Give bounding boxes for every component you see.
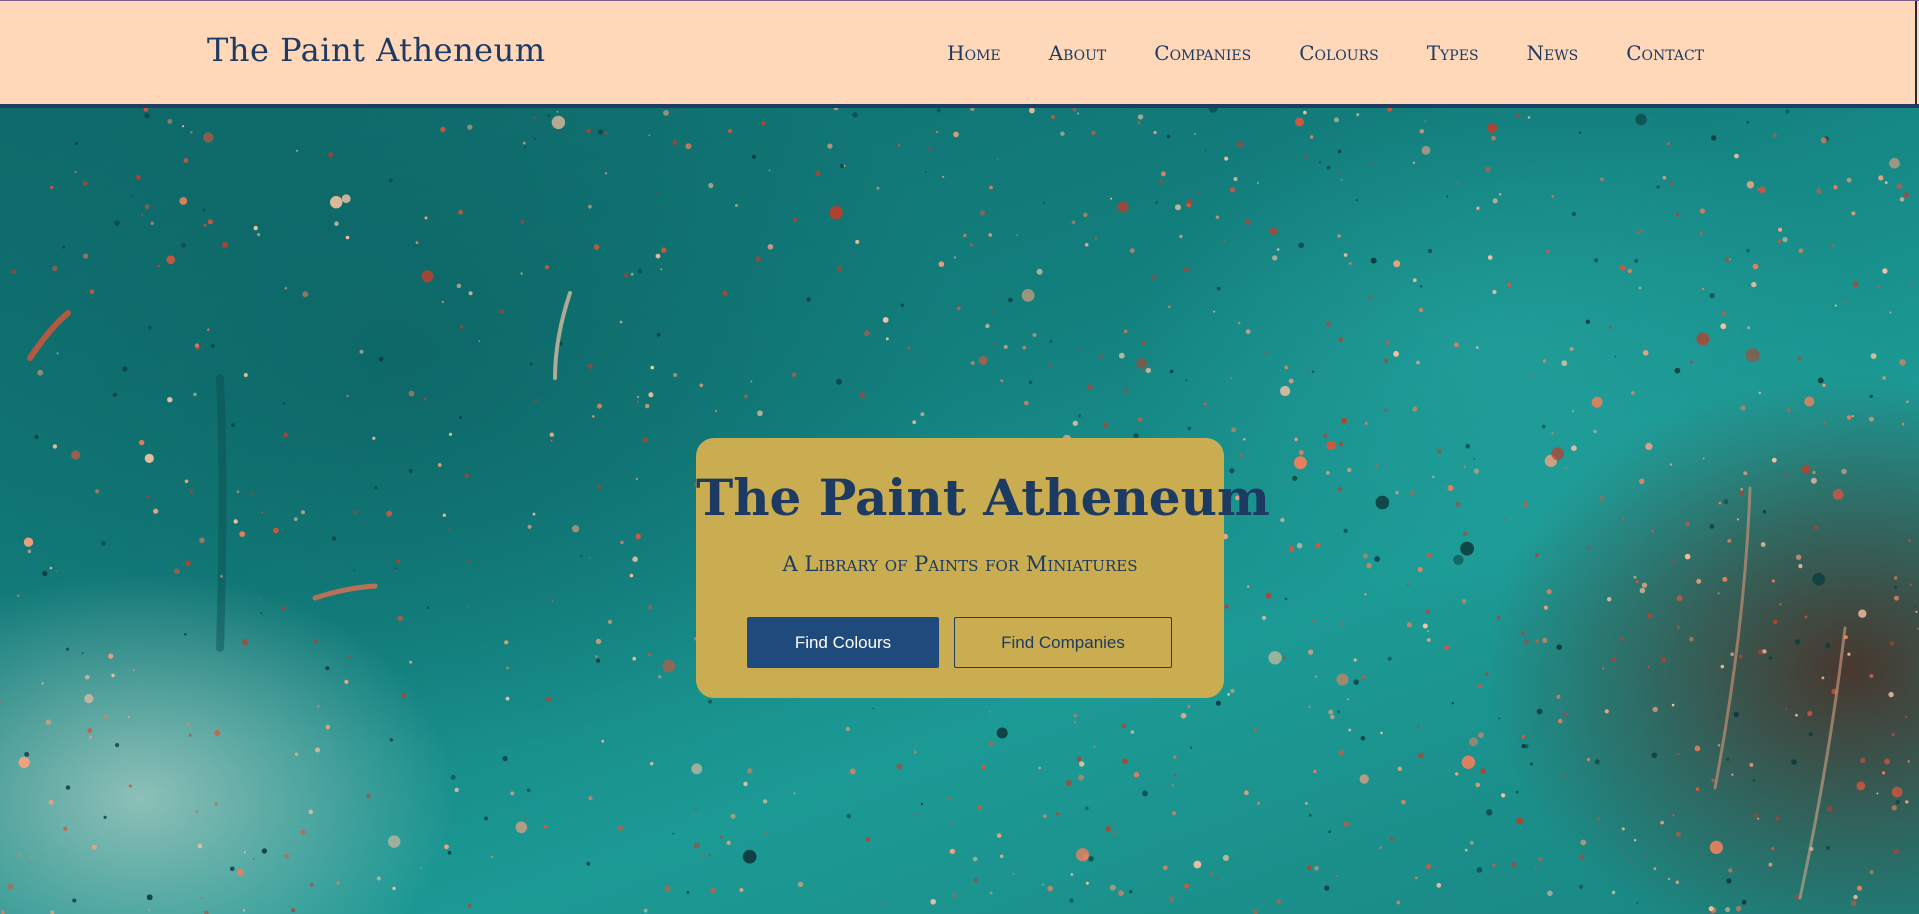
hero-title: The Paint Atheneum [696,468,1270,527]
hero-card: The Paint Atheneum A Library of Paints f… [696,438,1270,698]
nav-contact[interactable]: Contact [1626,41,1704,65]
find-colours-button[interactable]: Find Colours [747,617,939,668]
nav-news[interactable]: News [1527,41,1579,65]
scrollbar-edge [1915,1,1917,105]
nav-about[interactable]: About [1049,41,1107,65]
nav-colours[interactable]: Colours [1299,41,1379,65]
nav-home[interactable]: Home [947,41,1000,65]
hero-section: The Paint Atheneum A Library of Paints f… [0,108,1919,914]
nav-companies[interactable]: Companies [1154,41,1251,65]
site-header: The Paint Atheneum Home About Companies … [0,0,1919,108]
find-companies-button[interactable]: Find Companies [954,617,1172,668]
hero-subtitle: A Library of Paints for Miniatures [782,552,1138,576]
brand-logo-link[interactable]: The Paint Atheneum [207,31,546,69]
main-nav: Home About Companies Colours Types News … [947,41,1704,65]
nav-types[interactable]: Types [1427,41,1479,65]
